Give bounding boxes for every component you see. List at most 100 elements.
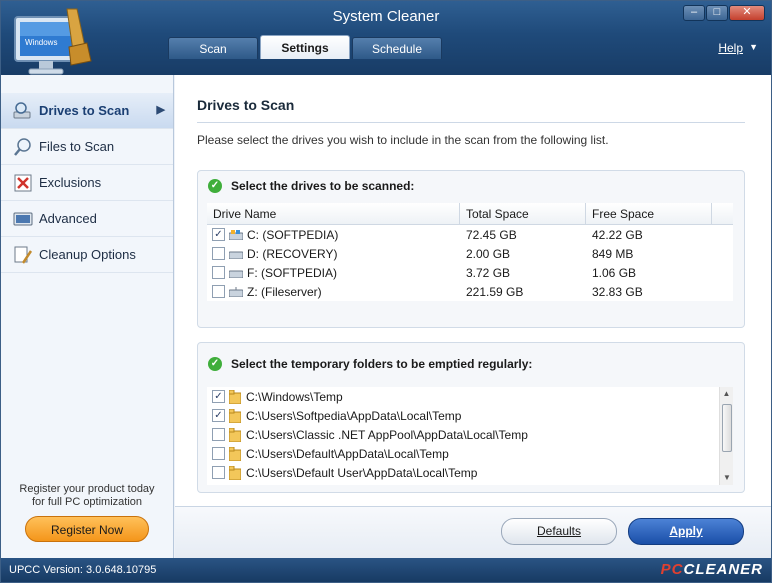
drive-total-space: 221.59 GB [466, 284, 524, 299]
sidebar-item-advanced[interactable]: Advanced [1, 201, 173, 237]
status-bar: UPCC Version: 3.0.648.10795 PCCLEANER [1, 558, 771, 582]
drive-search-icon [13, 101, 31, 118]
maximize-button[interactable]: □ [706, 5, 728, 21]
drive-name: F: (SOFTPEDIA) [247, 265, 337, 280]
drive-name: C: (SOFTPEDIA) [247, 227, 339, 242]
brand-logo: PCCLEANER [660, 561, 763, 578]
scroll-up-icon[interactable]: ▲ [720, 387, 733, 401]
chevron-right-icon: ▶ [156, 104, 165, 116]
column-header-total-space[interactable]: Total Space [460, 203, 586, 224]
sidebar-item-files-to-scan[interactable]: Files to Scan [1, 129, 173, 165]
version-text: UPCC Version: 3.0.648.10795 [9, 564, 157, 576]
network-drive-icon [229, 286, 243, 297]
drive-total-space: 3.72 GB [466, 265, 511, 280]
drives-table-header: Drive Name Total Space Free Space [207, 203, 733, 225]
list-item[interactable]: C:\Users\Classic .NET AppPool\AppData\Lo… [207, 425, 733, 444]
drive-name: D: (RECOVERY) [247, 246, 338, 261]
scrollbar-thumb[interactable] [722, 404, 732, 452]
column-header-drive-name[interactable]: Drive Name [207, 203, 460, 224]
advanced-settings-icon [13, 212, 33, 225]
folder-path: C:\Users\Default User\AppData\Local\Temp [246, 465, 478, 480]
sidebar-item-label: Files to Scan [39, 139, 115, 154]
folder-checkbox[interactable] [212, 428, 225, 441]
magnifier-icon [14, 137, 31, 156]
drive-checkbox[interactable] [212, 247, 225, 260]
drive-free-space: 42.22 GB [592, 227, 643, 242]
minimize-button[interactable]: – [683, 5, 705, 21]
folder-path: C:\Users\Classic .NET AppPool\AppData\Lo… [246, 427, 528, 442]
app-window: System Cleaner – □ ✕ Scan Settings Sched… [0, 0, 772, 583]
sidebar-item-label: Exclusions [39, 175, 102, 190]
help-dropdown-icon[interactable]: ▼ [749, 42, 758, 52]
help-menu[interactable]: Help [718, 41, 743, 55]
drive-checkbox[interactable] [212, 285, 225, 298]
svg-text:Windows: Windows [25, 38, 57, 47]
list-item[interactable]: ✓ C:\Users\Softpedia\AppData\Local\Temp [207, 406, 733, 425]
sidebar: Drives to Scan ▶ Files to Scan Exclusion… [1, 75, 174, 558]
table-row[interactable]: F: (SOFTPEDIA) 3.72 GB 1.06 GB [207, 263, 733, 282]
hard-drive-icon [229, 270, 243, 278]
list-item[interactable]: ✓ C:\Windows\Temp [207, 387, 733, 406]
scroll-down-icon[interactable]: ▼ [720, 471, 734, 485]
intro-text: Please select the drives you wish to inc… [197, 133, 609, 147]
sidebar-item-label: Drives to Scan [39, 103, 130, 118]
folder-icon [229, 427, 241, 442]
folder-checkbox[interactable]: ✓ [212, 390, 225, 403]
register-panel: Register your product today for full PC … [1, 483, 173, 558]
drives-group: ✓ Select the drives to be scanned: Drive… [197, 170, 745, 328]
exclusions-icon [14, 174, 32, 191]
drive-name: Z: (Fileserver) [247, 284, 322, 299]
folders-scrollbar[interactable]: ▲ ▼ [719, 387, 733, 485]
page-title: Drives to Scan [197, 97, 295, 113]
cleanup-options-icon [14, 246, 33, 264]
drive-free-space: 1.06 GB [592, 265, 637, 280]
temp-folders-group-heading: Select the temporary folders to be empti… [231, 357, 533, 371]
folder-icon [229, 408, 241, 423]
window-controls: – □ ✕ [683, 5, 765, 21]
temp-folders-group: ✓ Select the temporary folders to be emp… [197, 342, 745, 493]
register-now-button[interactable]: Register Now [25, 516, 149, 542]
drives-group-header: ✓ Select the drives to be scanned: [198, 171, 744, 201]
defaults-button[interactable]: Defaults [501, 518, 617, 545]
folder-icon [229, 389, 241, 404]
drives-group-heading: Select the drives to be scanned: [231, 179, 415, 193]
window-title: System Cleaner [332, 8, 440, 25]
settings-panel: Drives to Scan Please select the drives … [175, 75, 771, 506]
list-item[interactable]: C:\Users\Default User\AppData\Local\Temp [207, 463, 733, 482]
sidebar-item-cleanup-options[interactable]: Cleanup Options [1, 237, 173, 273]
folder-path: C:\Windows\Temp [246, 389, 343, 404]
table-row[interactable]: ✓ C: (SOFTPEDIA) 72.45 GB 42.22 GB [207, 225, 733, 244]
sidebar-item-label: Cleanup Options [39, 247, 136, 262]
action-bar: Defaults Apply [175, 506, 771, 558]
sidebar-item-exclusions[interactable]: Exclusions [1, 165, 173, 201]
folder-icon [229, 446, 241, 461]
app-logo-monitor-icon: Windows [14, 8, 92, 75]
drive-total-space: 72.45 GB [466, 227, 517, 242]
close-button[interactable]: ✕ [729, 5, 765, 21]
title-bar: System Cleaner – □ ✕ Scan Settings Sched… [1, 1, 771, 75]
folder-icon [229, 465, 241, 480]
drive-checkbox[interactable]: ✓ [212, 228, 225, 241]
tab-settings[interactable]: Settings [260, 35, 350, 59]
folder-checkbox[interactable] [212, 466, 225, 479]
drive-free-space: 32.83 GB [592, 284, 643, 299]
tab-scan[interactable]: Scan [168, 37, 258, 59]
folder-path: C:\Users\Default\AppData\Local\Temp [246, 446, 449, 461]
tab-schedule[interactable]: Schedule [352, 37, 442, 59]
sidebar-item-drives-to-scan[interactable]: Drives to Scan ▶ [1, 93, 173, 129]
list-item[interactable]: C:\Users\Default\AppData\Local\Temp [207, 444, 733, 463]
table-row[interactable]: D: (RECOVERY) 2.00 GB 849 MB [207, 244, 733, 263]
column-header-free-space[interactable]: Free Space [586, 203, 712, 224]
drives-table: Drive Name Total Space Free Space ✓ C: (… [207, 203, 733, 301]
folder-path: C:\Users\Softpedia\AppData\Local\Temp [246, 408, 462, 423]
drive-checkbox[interactable] [212, 266, 225, 279]
table-row[interactable]: Z: (Fileserver) 221.59 GB 32.83 GB [207, 282, 733, 301]
register-text-line-1: Register your product today [19, 483, 155, 495]
check-ok-icon: ✓ [208, 357, 222, 371]
apply-button[interactable]: Apply [628, 518, 744, 545]
sidebar-item-label: Advanced [39, 211, 97, 226]
check-ok-icon: ✓ [208, 179, 222, 193]
folder-checkbox[interactable] [212, 447, 225, 460]
folder-checkbox[interactable]: ✓ [212, 409, 225, 422]
temp-folders-group-header: ✓ Select the temporary folders to be emp… [198, 349, 744, 379]
